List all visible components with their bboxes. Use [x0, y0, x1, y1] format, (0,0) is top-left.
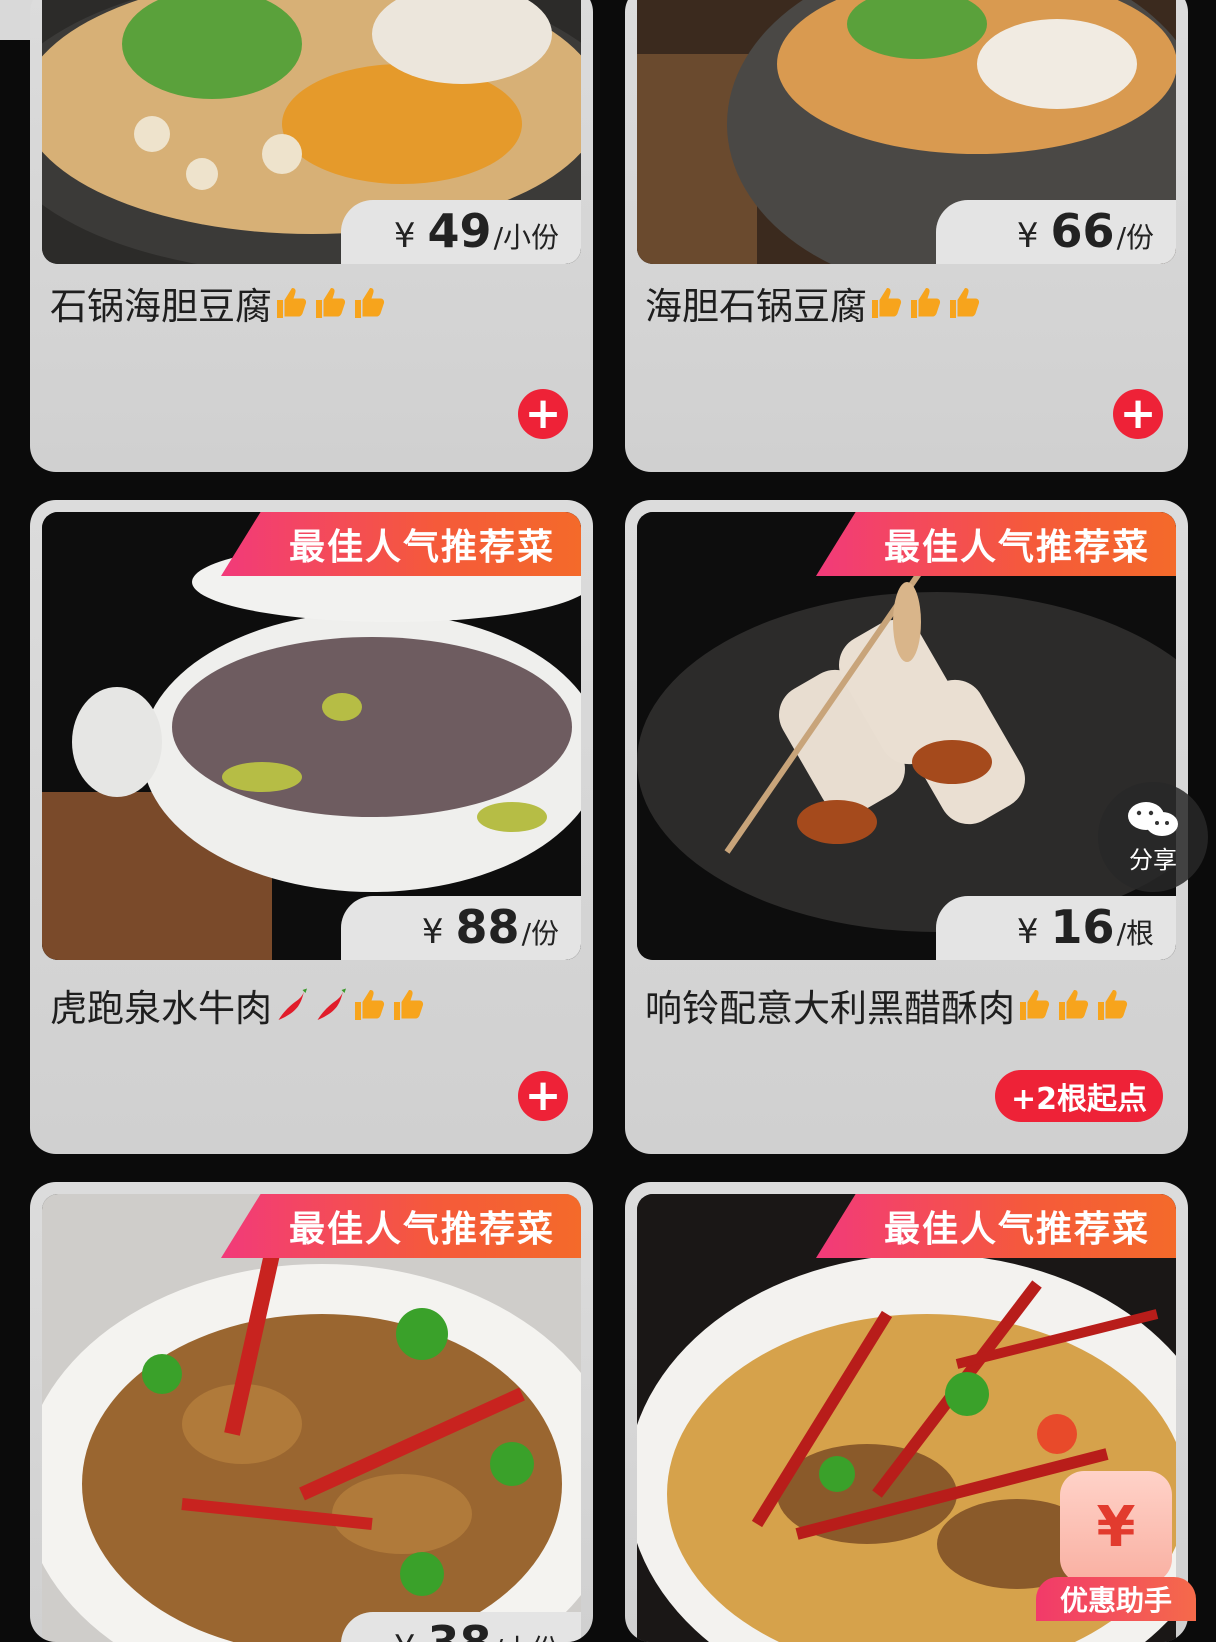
- thumbs-up-icon: [1098, 990, 1128, 1020]
- price-tag: ¥ 38 /小份: [341, 1612, 581, 1642]
- chili-icon: [317, 988, 346, 1020]
- thumbs-up-icon: [950, 288, 980, 318]
- dish-name: 海胆石锅豆腐: [645, 285, 867, 328]
- thumbs-up-icon: [1059, 990, 1089, 1020]
- thumbs-up-icon: [355, 288, 385, 318]
- rating-icons: [274, 987, 430, 1023]
- add-to-cart-button[interactable]: +: [518, 1071, 568, 1121]
- add-to-cart-button[interactable]: +: [1113, 389, 1163, 439]
- thumbs-up-icon: [394, 990, 424, 1020]
- dish-card[interactable]: 最佳人气推荐菜 ¥ 88 /份 虎跑泉水牛肉 +: [30, 500, 593, 1154]
- thumbs-up-icon: [355, 990, 385, 1020]
- price-unit: /份: [521, 917, 559, 950]
- rating-icons: [869, 285, 986, 321]
- dish-name-row: 响铃配意大利黑醋酥肉: [645, 978, 1134, 1032]
- price-symbol: ¥: [1016, 216, 1039, 256]
- wechat-icon: [1128, 801, 1178, 836]
- dish-photo: ¥ 66 /份: [637, 0, 1176, 264]
- coupon-helper-label: 优惠助手: [1036, 1577, 1196, 1621]
- price-unit: /小份: [493, 221, 559, 254]
- dish-name-row: 海胆石锅豆腐: [645, 276, 986, 330]
- price-symbol: ¥: [421, 912, 444, 952]
- share-button[interactable]: 分享: [1098, 782, 1208, 892]
- price-symbol: ¥: [1016, 912, 1039, 952]
- coupon-helper-button[interactable]: ¥ 优惠助手: [1036, 1471, 1196, 1621]
- dish-card[interactable]: ¥ 49 /小份 石锅海胆豆腐 +: [30, 0, 593, 472]
- thumbs-up-icon: [872, 288, 902, 318]
- share-label: 分享: [1129, 845, 1177, 874]
- thumbs-up-icon: [316, 288, 346, 318]
- price-tag: ¥ 49 /小份: [341, 200, 581, 264]
- price-value: 66: [1050, 204, 1115, 258]
- price-unit: /份: [1116, 221, 1154, 254]
- recommend-tag: 最佳人气推荐菜: [816, 1194, 1176, 1258]
- dish-name: 虎跑泉水牛肉: [50, 987, 272, 1030]
- price-tag: ¥ 66 /份: [936, 200, 1176, 264]
- thumbs-up-icon: [911, 288, 941, 318]
- price-tag: ¥ 88 /份: [341, 896, 581, 960]
- price-value: 88: [455, 900, 520, 954]
- rating-icons: [1017, 987, 1134, 1023]
- dish-name-row: 石锅海胆豆腐: [50, 276, 391, 330]
- price-value: 38: [428, 1612, 492, 1642]
- thumbs-up-icon: [277, 288, 307, 318]
- dish-photo: ¥ 49 /小份: [42, 0, 581, 264]
- add-min-quantity-button[interactable]: +2根起点: [994, 1070, 1163, 1122]
- dish-name: 响铃配意大利黑醋酥肉: [645, 987, 1015, 1030]
- coupon-icon: ¥: [1060, 1471, 1172, 1583]
- dish-name-row: 虎跑泉水牛肉: [50, 978, 430, 1032]
- dish-photo: 最佳人气推荐菜 ¥ 88 /份: [42, 512, 581, 960]
- recommend-tag: 最佳人气推荐菜: [221, 1194, 581, 1258]
- price-symbol: ¥: [394, 1628, 416, 1642]
- dish-card[interactable]: 最佳人气推荐菜 ¥ 38 /小份: [30, 1182, 593, 1642]
- add-to-cart-button[interactable]: +: [518, 389, 568, 439]
- chili-icon: [278, 988, 307, 1020]
- rating-icons: [274, 285, 391, 321]
- price-symbol: ¥: [393, 216, 416, 256]
- price-unit: /小份: [494, 1628, 559, 1642]
- dish-photo: 最佳人气推荐菜 ¥ 16 /根: [637, 512, 1176, 960]
- price-value: 16: [1050, 900, 1115, 954]
- recommend-tag: 最佳人气推荐菜: [816, 512, 1176, 576]
- thumbs-up-icon: [1020, 990, 1050, 1020]
- dish-photo: 最佳人气推荐菜 ¥ 38 /小份: [42, 1194, 581, 1642]
- price-tag: ¥ 16 /根: [936, 896, 1176, 960]
- dish-card[interactable]: ¥ 66 /份 海胆石锅豆腐 +: [625, 0, 1188, 472]
- recommend-tag: 最佳人气推荐菜: [221, 512, 581, 576]
- price-value: 49: [427, 204, 492, 258]
- price-unit: /根: [1116, 917, 1154, 950]
- dish-name: 石锅海胆豆腐: [50, 285, 272, 328]
